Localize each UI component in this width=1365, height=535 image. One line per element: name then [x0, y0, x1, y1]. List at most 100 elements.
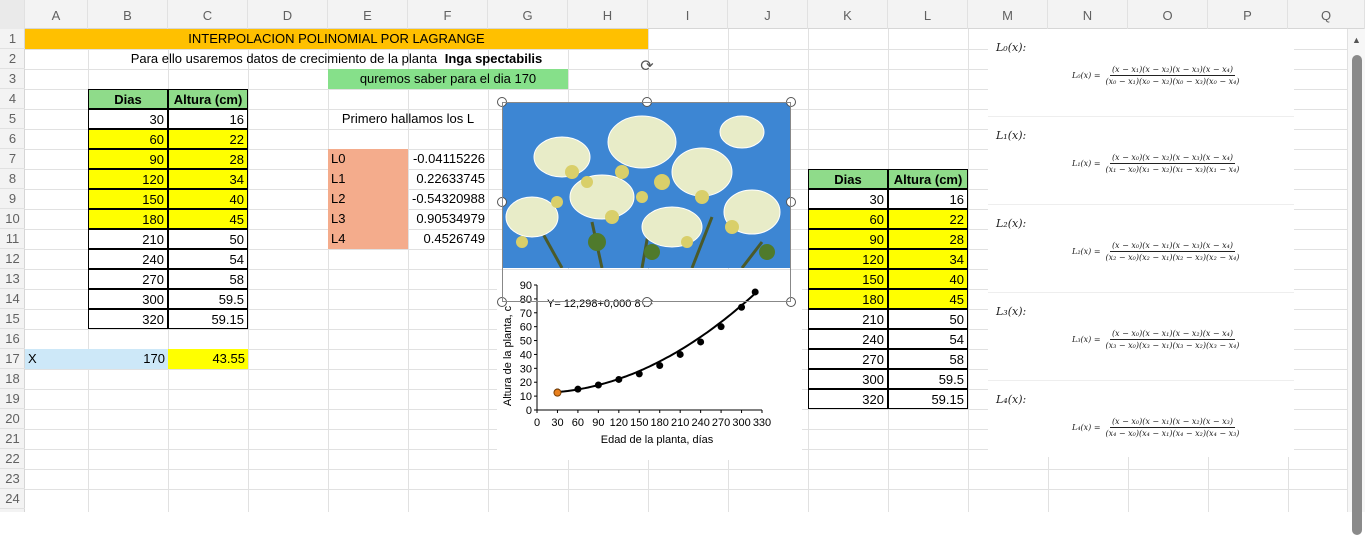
- table2-altura-cell[interactable]: 22: [888, 209, 968, 229]
- l-section-title[interactable]: Primero hallamos los L: [328, 109, 488, 129]
- table1-altura-cell[interactable]: 50: [168, 229, 248, 249]
- table2-altura-cell[interactable]: 45: [888, 289, 968, 309]
- col-header-q[interactable]: Q: [1288, 0, 1365, 29]
- table1-dias-cell[interactable]: 270: [88, 269, 168, 289]
- resize-handle-mr[interactable]: [786, 197, 796, 207]
- row-header[interactable]: 11: [0, 229, 25, 249]
- table1-dias-cell[interactable]: 150: [88, 189, 168, 209]
- rotate-handle-icon[interactable]: ⟳: [638, 58, 656, 76]
- table1-dias-cell[interactable]: 240: [88, 249, 168, 269]
- resize-handle-tr[interactable]: [786, 97, 796, 107]
- table2-dias-cell[interactable]: 240: [808, 329, 888, 349]
- table1-altura-cell[interactable]: 40: [168, 189, 248, 209]
- table1-altura-cell[interactable]: 34: [168, 169, 248, 189]
- l-name-cell[interactable]: L3: [328, 209, 408, 229]
- table1-altura-cell[interactable]: 22: [168, 129, 248, 149]
- table1-altura-cell[interactable]: 45: [168, 209, 248, 229]
- resize-handle-ml[interactable]: [497, 197, 507, 207]
- col-header-i[interactable]: I: [648, 0, 728, 29]
- l-value-cell[interactable]: 0.22633745: [408, 169, 488, 189]
- col-header-h[interactable]: H: [568, 0, 648, 29]
- row-header[interactable]: 7: [0, 149, 25, 169]
- query-note-cell[interactable]: quremos saber para el dia 170: [328, 69, 568, 89]
- col-header-o[interactable]: O: [1128, 0, 1208, 29]
- l-name-cell[interactable]: L0: [328, 149, 408, 169]
- row-header[interactable]: 6: [0, 129, 25, 149]
- vertical-scrollbar[interactable]: ▲: [1347, 29, 1365, 535]
- subtitle-cell[interactable]: Para ello usaremos datos de crecimiento …: [25, 49, 648, 69]
- table2-altura-cell[interactable]: 34: [888, 249, 968, 269]
- plant-photo[interactable]: [502, 102, 791, 268]
- resize-handle-br[interactable]: [786, 297, 796, 307]
- y-result-cell[interactable]: 43.55: [168, 349, 248, 369]
- x-label-cell[interactable]: X: [25, 349, 88, 369]
- table1-altura-cell[interactable]: 59.15: [168, 309, 248, 329]
- equation-panel[interactable]: L₀(x): L₀(x) = (x − x₁)(x − x₂)(x − x₃)(…: [988, 29, 1294, 457]
- table2-altura-cell[interactable]: 59.15: [888, 389, 968, 409]
- row-header[interactable]: 16: [0, 329, 25, 349]
- table1-altura-cell[interactable]: 54: [168, 249, 248, 269]
- l-name-cell[interactable]: L2: [328, 189, 408, 209]
- table1-altura-cell[interactable]: 58: [168, 269, 248, 289]
- row-header[interactable]: 4: [0, 89, 25, 109]
- table2-altura-cell[interactable]: 50: [888, 309, 968, 329]
- table2-header-altura[interactable]: Altura (cm): [888, 169, 968, 189]
- table2-header-dias[interactable]: Dias: [808, 169, 888, 189]
- l-value-cell[interactable]: -0.04115226: [408, 149, 488, 169]
- x-value-cell[interactable]: 170: [88, 349, 168, 369]
- col-header-d[interactable]: D: [248, 0, 328, 29]
- table1-dias-cell[interactable]: 60: [88, 129, 168, 149]
- row-header[interactable]: 1: [0, 29, 25, 49]
- l-value-cell[interactable]: -0.54320988: [408, 189, 488, 209]
- sheet-title-cell[interactable]: INTERPOLACION POLINOMIAL POR LAGRANGE: [25, 29, 648, 49]
- resize-handle-tm[interactable]: [642, 97, 652, 107]
- table1-dias-cell[interactable]: 120: [88, 169, 168, 189]
- row-header[interactable]: 10: [0, 209, 25, 229]
- table1-dias-cell[interactable]: 30: [88, 109, 168, 129]
- table2-dias-cell[interactable]: 320: [808, 389, 888, 409]
- row-header[interactable]: 22: [0, 449, 25, 469]
- resize-handle-tl[interactable]: [497, 97, 507, 107]
- col-header-p[interactable]: P: [1208, 0, 1288, 29]
- table2-altura-cell[interactable]: 58: [888, 349, 968, 369]
- table1-altura-cell[interactable]: 16: [168, 109, 248, 129]
- resize-handle-bm[interactable]: [642, 297, 652, 307]
- table2-altura-cell[interactable]: 28: [888, 229, 968, 249]
- l-name-cell[interactable]: L4: [328, 229, 408, 249]
- col-header-c[interactable]: C: [168, 0, 248, 29]
- row-header[interactable]: 2: [0, 49, 25, 69]
- table2-dias-cell[interactable]: 60: [808, 209, 888, 229]
- table1-dias-cell[interactable]: 210: [88, 229, 168, 249]
- row-header[interactable]: 3: [0, 69, 25, 89]
- l-value-cell[interactable]: 0.4526749: [408, 229, 488, 249]
- col-header-g[interactable]: G: [488, 0, 568, 29]
- row-header[interactable]: 14: [0, 289, 25, 309]
- table1-dias-cell[interactable]: 300: [88, 289, 168, 309]
- table1-dias-cell[interactable]: 180: [88, 209, 168, 229]
- row-header[interactable]: 9: [0, 189, 25, 209]
- col-header-n[interactable]: N: [1048, 0, 1128, 29]
- col-header-l[interactable]: L: [888, 0, 968, 29]
- l-value-cell[interactable]: 0.90534979: [408, 209, 488, 229]
- table2-dias-cell[interactable]: 210: [808, 309, 888, 329]
- row-header[interactable]: 12: [0, 249, 25, 269]
- col-header-a[interactable]: A: [25, 0, 88, 29]
- col-header-b[interactable]: B: [88, 0, 168, 29]
- col-header-e[interactable]: E: [328, 0, 408, 29]
- row-header[interactable]: 20: [0, 409, 25, 429]
- col-header-k[interactable]: K: [808, 0, 888, 29]
- row-header[interactable]: 19: [0, 389, 25, 409]
- table2-dias-cell[interactable]: 120: [808, 249, 888, 269]
- col-header-m[interactable]: M: [968, 0, 1048, 29]
- col-header-j[interactable]: J: [728, 0, 808, 29]
- row-header[interactable]: 24: [0, 489, 25, 509]
- resize-handle-bl[interactable]: [497, 297, 507, 307]
- l-name-cell[interactable]: L1: [328, 169, 408, 189]
- table1-dias-cell[interactable]: 320: [88, 309, 168, 329]
- table2-altura-cell[interactable]: 40: [888, 269, 968, 289]
- scrollbar-thumb[interactable]: [1352, 55, 1362, 535]
- row-header[interactable]: 15: [0, 309, 25, 329]
- table2-dias-cell[interactable]: 30: [808, 189, 888, 209]
- table1-altura-cell[interactable]: 59.5: [168, 289, 248, 309]
- table2-altura-cell[interactable]: 54: [888, 329, 968, 349]
